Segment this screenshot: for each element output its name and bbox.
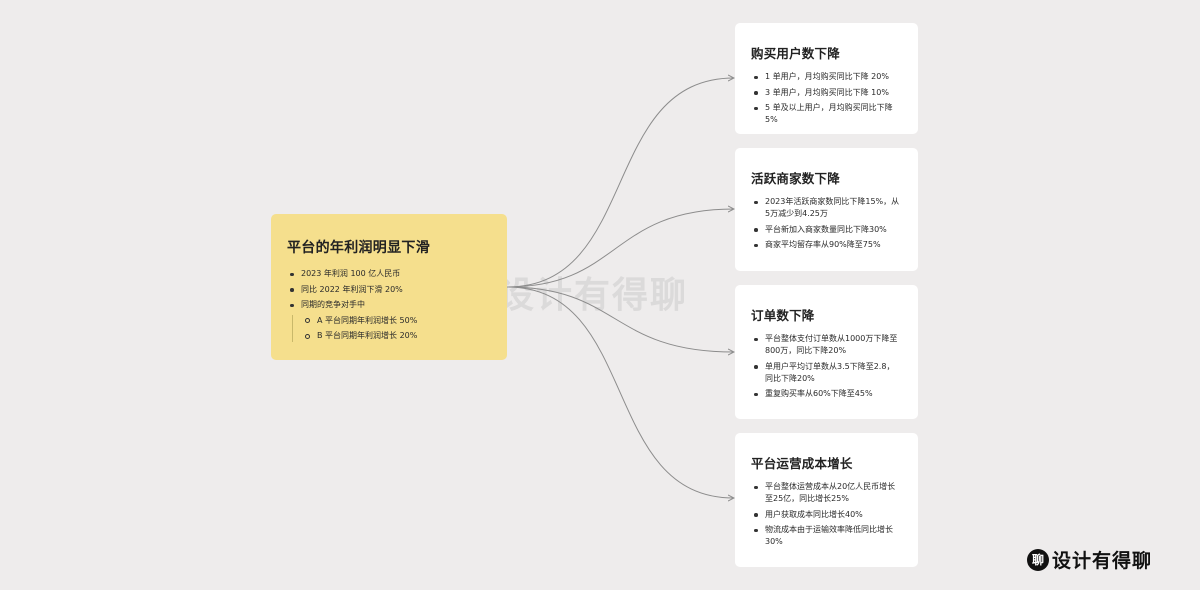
card-list: 平台整体支付订单数从1000万下降至800万，同比下降20% 单用户平均订单数从… (751, 333, 902, 400)
card-item: 平台整体支付订单数从1000万下降至800万，同比下降20% (751, 333, 902, 357)
card-list: 1 单用户，月均购买同比下降 20% 3 单用户，月均购买同比下降 10% 5 … (751, 71, 902, 126)
root-subitem: B 平台同期年利润增长 20% (293, 330, 491, 342)
card-item: 商家平均留存率从90%降至75% (751, 239, 902, 251)
connector-to-card-4 (506, 286, 734, 498)
card-item: 3 单用户，月均购买同比下降 10% (751, 87, 902, 99)
root-node[interactable]: 平台的年利润明显下滑 2023 年利润 100 亿人民币 同比 2022 年利润… (271, 214, 507, 360)
watermark-text: 设计有得聊 (498, 275, 689, 316)
card-list: 2023年活跃商家数同比下降15%，从5万减少到4.25万 平台新加入商家数量同… (751, 196, 902, 251)
connector-to-card-1 (506, 78, 734, 288)
card-orders[interactable]: 订单数下降 平台整体支付订单数从1000万下降至800万，同比下降20% 单用户… (735, 285, 918, 419)
card-item: 平台新加入商家数量同比下降30% (751, 224, 902, 236)
root-subitem: A 平台同期年利润增长 50% (293, 315, 491, 327)
card-title: 活跃商家数下降 (751, 171, 840, 186)
card-item: 2023年活跃商家数同比下降15%，从5万减少到4.25万 (751, 196, 902, 220)
card-operating-costs[interactable]: 平台运营成本增长 平台整体运营成本从20亿人民币增长至25亿，同比增长25% 用… (735, 433, 918, 567)
root-item: 同期的竞争对手中 (287, 299, 491, 311)
root-item: 同比 2022 年利润下滑 20% (287, 284, 491, 296)
card-item: 5 单及以上用户，月均购买同比下降 5% (751, 102, 902, 126)
card-active-merchants[interactable]: 活跃商家数下降 2023年活跃商家数同比下降15%，从5万减少到4.25万 平台… (735, 148, 918, 271)
card-item: 用户获取成本同比增长40% (751, 509, 902, 521)
card-purchasing-users[interactable]: 购买用户数下降 1 单用户，月均购买同比下降 20% 3 单用户，月均购买同比下… (735, 23, 918, 134)
root-sublist: A 平台同期年利润增长 50% B 平台同期年利润增长 20% (292, 314, 491, 342)
card-item: 物流成本由于运输效率降低同比增长30% (751, 524, 902, 548)
root-list: 2023 年利润 100 亿人民币 同比 2022 年利润下滑 20% 同期的竞… (287, 268, 491, 311)
card-list: 平台整体运营成本从20亿人民币增长至25亿，同比增长25% 用户获取成本同比增长… (751, 481, 902, 548)
card-item: 单用户平均订单数从3.5下降至2.8，同比下降20% (751, 361, 902, 385)
root-item: 2023 年利润 100 亿人民币 (287, 268, 491, 280)
card-title: 购买用户数下降 (751, 46, 840, 61)
watermark-corner: 聊 设计有得聊 (1027, 546, 1152, 573)
card-title: 订单数下降 (751, 308, 815, 323)
corner-logo-icon: 聊 (1027, 548, 1049, 571)
card-item: 平台整体运营成本从20亿人民币增长至25亿，同比增长25% (751, 481, 902, 505)
card-item: 重复购买率从60%下降至45% (751, 388, 902, 400)
corner-logo-text: 设计有得聊 (1052, 550, 1153, 572)
card-item: 1 单用户，月均购买同比下降 20% (751, 71, 902, 83)
root-title: 平台的年利润明显下滑 (287, 240, 430, 256)
card-title: 平台运营成本增长 (751, 456, 853, 471)
